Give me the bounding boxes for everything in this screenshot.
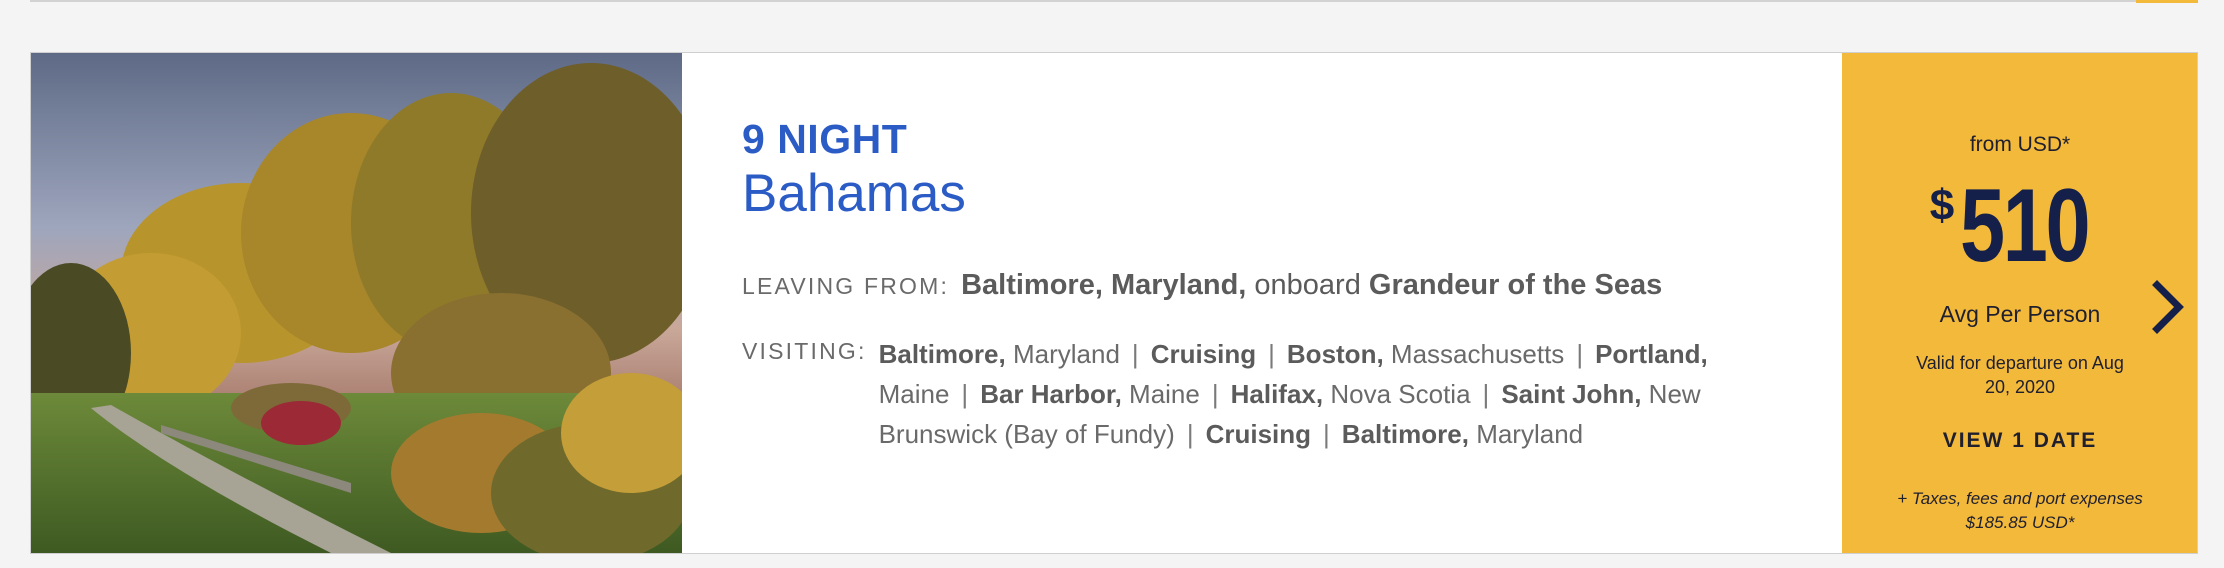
avg-per-person-label: Avg Per Person xyxy=(1939,301,2101,327)
port-separator: | xyxy=(1211,379,1219,409)
port-item: Boston, Massachusetts xyxy=(1286,339,1565,369)
port-item: Bar Harbor, Maine xyxy=(980,379,1200,409)
cruise-card[interactable]: 9 NIGHT Bahamas LEAVING FROM: Baltimore,… xyxy=(30,52,2198,554)
itinerary-info: 9 NIGHT Bahamas LEAVING FROM: Baltimore,… xyxy=(682,53,1842,553)
price-display: $ 510 xyxy=(1842,171,2198,281)
currency-symbol: $ xyxy=(1929,181,1955,230)
ship-name: Grandeur of the Seas xyxy=(1368,269,1663,301)
chevron-right-icon[interactable] xyxy=(2147,279,2187,335)
port-item: Baltimore, Maryland xyxy=(878,339,1120,369)
price-from-label: from USD* xyxy=(1969,133,2071,156)
visiting-label: VISITING: xyxy=(742,338,867,364)
visiting-row: VISITING: Baltimore, Maryland | Cruising | B… xyxy=(742,334,1782,454)
leaving-from-value: Baltimore, Maryland, onboard Grandeur of… xyxy=(961,269,1662,302)
port-item: Cruising xyxy=(1150,339,1257,369)
ports-list: Baltimore, Maryland | Cruising | Boston, Mas… xyxy=(879,334,1759,454)
taxes-note: + Taxes, fees and port expenses $185.85 … xyxy=(1897,489,2143,532)
port-separator: | xyxy=(1268,339,1275,369)
port-separator: | xyxy=(1576,339,1584,369)
port-separator: | xyxy=(1131,339,1139,369)
autumn-park-image xyxy=(31,53,682,553)
cruise-region[interactable]: Bahamas xyxy=(742,165,1782,223)
price-amount: 510 xyxy=(1960,168,2091,284)
leaving-from-row: LEAVING FROM: Baltimore, Maryland, onboa… xyxy=(742,269,1782,302)
price-panel[interactable]: from USD* $ 510 Avg Per Person Valid for… xyxy=(1842,53,2197,553)
port-separator: | xyxy=(1323,419,1330,449)
previous-card-price-edge xyxy=(2136,0,2198,3)
onboard-text: onboard xyxy=(1254,269,1361,301)
port-item: Baltimore, Maryland xyxy=(1341,419,1584,449)
port-separator: | xyxy=(961,379,969,409)
cruise-length: 9 NIGHT xyxy=(742,116,908,162)
port-item: Halifax, Nova Scotia xyxy=(1230,379,1471,409)
port-separator: | xyxy=(1482,379,1490,409)
port-separator: | xyxy=(1186,419,1194,449)
leaving-from-label: LEAVING FROM: xyxy=(742,273,950,299)
departure-validity: Valid for departure on Aug 20, 2020 xyxy=(1916,353,2124,397)
departure-port: Baltimore, Maryland, xyxy=(961,269,1247,301)
view-dates-button[interactable]: VIEW 1 DATE xyxy=(1842,429,2198,453)
port-item: Cruising xyxy=(1205,419,1312,449)
destination-photo xyxy=(31,53,682,553)
previous-card-edge xyxy=(30,0,2198,2)
